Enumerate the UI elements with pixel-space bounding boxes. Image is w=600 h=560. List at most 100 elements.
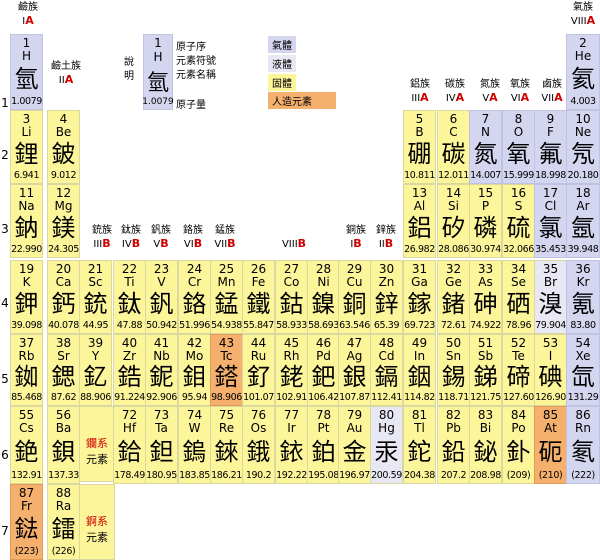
element-cell-mg: 12 Mg 鎂 24.305	[47, 184, 80, 258]
element-name: 砷	[473, 290, 498, 318]
atomic-mass: 118.71	[438, 392, 469, 403]
element-cell-ba: 56 Ba 鋇 137.33	[47, 406, 80, 484]
atomic-mass: 55.847	[243, 320, 274, 331]
element-symbol: Pt	[317, 421, 330, 435]
atomic-number: 21	[87, 262, 104, 276]
element-name: 鉬	[182, 363, 207, 391]
element-cell-in: 49 In 銦 114.82	[403, 334, 436, 406]
element-name: 鎝	[214, 363, 239, 391]
element-name: 鉍	[473, 438, 498, 466]
element-name: 銀	[342, 363, 367, 391]
element-name: 鉑	[311, 438, 336, 466]
element-symbol: Sb	[477, 349, 494, 363]
legend-synthetic: 人造元素	[268, 92, 336, 109]
atomic-number: 85	[542, 408, 559, 422]
element-symbol: Ne	[574, 125, 592, 139]
atomic-number: 39	[87, 336, 104, 350]
element-name: 砈	[538, 438, 563, 466]
element-cell-ru: 44 Ru 釕 101.07	[242, 334, 275, 406]
atomic-number: 48	[378, 336, 395, 350]
element-name: 鈉	[14, 214, 39, 242]
element-symbol: Co	[283, 275, 300, 289]
element-cell-os: 76 Os 鋨 190.2	[242, 406, 275, 484]
atomic-mass: 92.906	[146, 392, 177, 403]
element-name: 鉿	[117, 438, 142, 466]
atomic-mass: 78.96	[505, 320, 532, 331]
atomic-mass: 15.999	[503, 170, 534, 181]
element-name: 銥	[279, 438, 304, 466]
element-name: 鉭	[149, 438, 174, 466]
element-cell-li: 3 Li 鋰 6.941	[10, 110, 43, 184]
atomic-mass: 195.08	[308, 470, 339, 481]
element-cell-kr: 36 Kr 氪 83.80	[566, 260, 600, 334]
element-symbol: Li	[21, 125, 32, 139]
atomic-mass: 35.453	[535, 244, 566, 255]
element-symbol: Br	[543, 275, 558, 289]
element-name: 鎘	[374, 363, 399, 391]
element-symbol: Os	[250, 421, 267, 435]
element-cell-b: 5 B 硼 10.811	[403, 110, 436, 184]
element-cell-i: 53 I 碘 126.90	[534, 334, 567, 406]
atomic-mass: 132.91	[11, 470, 42, 481]
element-name: 溴	[538, 290, 563, 318]
atomic-number: 35	[542, 262, 559, 276]
atomic-mass: (210)	[538, 470, 563, 481]
element-name: 鈹	[51, 140, 76, 168]
element-symbol: Pd	[316, 349, 331, 363]
atomic-mass: 6.941	[13, 170, 40, 181]
element-symbol: Se	[511, 275, 526, 289]
element-cell-he: 2 He 氦 4.003	[566, 34, 600, 110]
atomic-number: 17	[542, 186, 559, 200]
element-symbol: Ir	[287, 421, 296, 435]
group-4a-header: 碳族 IVA	[445, 79, 465, 104]
element-cell-ta: 73 Ta 鉭 180.95	[145, 406, 178, 484]
atomic-number: 73	[153, 408, 170, 422]
element-symbol: Mn	[217, 275, 236, 289]
element-name: 鎂	[51, 214, 76, 242]
atomic-mass: 91.224	[114, 392, 145, 403]
element-cell-tl: 81 Tl 鉈 204.38	[403, 406, 436, 484]
element-name: 銻	[473, 363, 498, 391]
element-symbol: K	[22, 275, 31, 289]
element-cell-w: 74 W 鎢 183.85	[178, 406, 211, 484]
element-symbol: Cu	[346, 275, 363, 289]
element-name: 銃	[83, 290, 108, 318]
element-cell-ge: 32 Ge 鍺 72.61	[437, 260, 470, 334]
atomic-mass: 83.80	[570, 320, 596, 331]
element-cell-ga: 31 Ga 鎵 69.723	[403, 260, 436, 334]
element-symbol: He	[574, 49, 592, 63]
element-symbol: Rb	[18, 349, 35, 363]
atomic-number: 87	[18, 486, 35, 500]
atomic-mass: 178.49	[114, 470, 145, 481]
element-symbol: Ar	[576, 199, 590, 213]
atomic-number: 26	[250, 262, 267, 276]
atomic-number: 8	[514, 112, 523, 126]
atomic-mass: 65.39	[373, 320, 400, 331]
element-cell-be: 4 Be 鈹 9.012	[47, 110, 80, 184]
element-name: 鎵	[407, 290, 432, 318]
element-name: 氯	[538, 214, 563, 242]
element-cell-ca: 20 Ca 鈣 40.078	[47, 260, 80, 334]
element-symbol: Fe	[251, 275, 266, 289]
atomic-mass: 180.95	[146, 470, 177, 481]
element-name: 鈣	[51, 290, 76, 318]
atomic-mass: 9.012	[50, 170, 77, 181]
atomic-mass: 28.086	[438, 244, 469, 255]
element-symbol: Rn	[575, 421, 591, 435]
atomic-mass: 85.468	[11, 392, 42, 403]
element-name: 鎢	[182, 438, 207, 466]
element-symbol: In	[413, 349, 426, 363]
group-8a-header: 氣族 VIIIA	[570, 2, 596, 27]
atomic-mass: 69.723	[404, 320, 435, 331]
element-cell-sr: 38 Sr 鍶 87.62	[47, 334, 80, 406]
atomic-mass: 190.2	[245, 470, 272, 481]
element-name: 氟	[538, 140, 563, 168]
element-name: 釔	[83, 363, 108, 391]
element-cell-pd: 46 Pd 鈀 106.42	[307, 334, 340, 406]
atomic-mass: 101.07	[243, 392, 274, 403]
atomic-mass: 14.007	[470, 170, 501, 181]
element-name: 矽	[441, 214, 466, 242]
atomic-number: 29	[346, 262, 363, 276]
element-name: 鈀	[311, 363, 336, 391]
legend-atomic-number: 原子序	[176, 42, 206, 53]
